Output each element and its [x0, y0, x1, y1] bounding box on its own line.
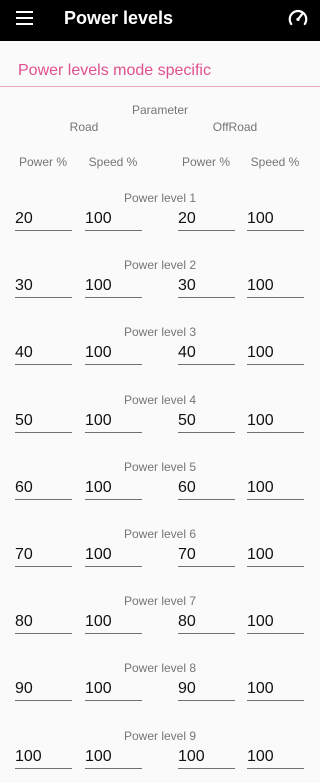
offroad-speed-field[interactable]: 100 — [247, 545, 304, 567]
offroad-speed-field[interactable]: 100 — [247, 411, 304, 433]
page-title: Power levels — [64, 8, 174, 28]
power-level-1: Power level 1 20 100 20 100 — [0, 185, 320, 252]
power-level-9: Power level 9 100 100 100 100 — [0, 723, 320, 783]
offroad-speed-header: Speed % — [250, 155, 300, 169]
offroad-speed-field[interactable]: 100 — [247, 276, 304, 299]
road-power-field[interactable]: 20 — [15, 209, 72, 231]
road-power-field[interactable]: 40 — [15, 343, 72, 366]
road-speed-field[interactable]: 100 — [85, 747, 142, 769]
app-bar: Power levels — [0, 0, 320, 41]
offroad-speed-field[interactable]: 100 — [247, 747, 304, 769]
offroad-power-field[interactable]: 70 — [178, 545, 235, 567]
offroad-speed-field[interactable]: 100 — [247, 478, 304, 500]
section-divider — [0, 86, 320, 87]
power-level-7: Power level 7 80 100 80 100 — [0, 588, 320, 655]
power-level-8: Power level 8 90 100 90 100 — [0, 655, 320, 722]
power-level-label: Power level 7 — [123, 594, 197, 609]
road-power-field[interactable]: 50 — [15, 411, 72, 433]
road-power-field[interactable]: 80 — [15, 612, 72, 635]
offroad-speed-field[interactable]: 100 — [247, 679, 304, 702]
offroad-speed-field[interactable]: 100 — [247, 343, 304, 366]
power-level-4: Power level 4 50 100 50 100 — [0, 387, 320, 454]
offroad-power-field[interactable]: 60 — [178, 478, 235, 500]
road-speed-field[interactable]: 100 — [85, 478, 142, 500]
offroad-label: OffRoad — [212, 120, 258, 134]
road-power-field[interactable]: 70 — [15, 545, 72, 567]
offroad-speed-field[interactable]: 100 — [247, 209, 304, 231]
power-level-label: Power level 8 — [123, 661, 197, 676]
speedometer-icon[interactable] — [287, 7, 309, 29]
menu-icon[interactable] — [14, 10, 36, 28]
road-speed-header: Speed % — [88, 155, 138, 169]
road-label: Road — [69, 120, 99, 134]
road-speed-field[interactable]: 100 — [85, 679, 142, 702]
offroad-power-field[interactable]: 40 — [178, 343, 235, 366]
power-level-label: Power level 5 — [123, 459, 197, 474]
offroad-power-field[interactable]: 80 — [178, 612, 235, 635]
road-power-field[interactable]: 30 — [15, 276, 72, 299]
section-title: Power levels mode specific — [18, 62, 211, 79]
offroad-power-field[interactable]: 30 — [178, 276, 235, 299]
road-speed-field[interactable]: 100 — [85, 411, 142, 433]
power-level-label: Power level 1 — [123, 191, 197, 205]
road-speed-field[interactable]: 100 — [85, 545, 142, 567]
power-level-3: Power level 3 40 100 40 100 — [0, 319, 320, 386]
power-level-label: Power level 4 — [123, 392, 197, 407]
power-level-6: Power level 6 70 100 70 100 — [0, 521, 320, 588]
offroad-speed-field[interactable]: 100 — [247, 612, 304, 635]
offroad-power-field[interactable]: 90 — [178, 679, 235, 702]
road-speed-field[interactable]: 100 — [85, 343, 142, 366]
power-level-label: Power level 9 — [123, 728, 197, 743]
road-power-field[interactable]: 60 — [15, 478, 72, 500]
power-level-5: Power level 5 60 100 60 100 — [0, 454, 320, 521]
offroad-power-header: Power % — [181, 155, 231, 169]
road-speed-field[interactable]: 100 — [85, 612, 142, 635]
parameter-label: Parameter — [131, 103, 189, 117]
road-power-field[interactable]: 90 — [15, 679, 72, 702]
power-level-label: Power level 2 — [123, 258, 197, 273]
offroad-power-field[interactable]: 20 — [178, 209, 235, 231]
power-level-2: Power level 2 30 100 30 100 — [0, 252, 320, 319]
road-speed-field[interactable]: 100 — [85, 276, 142, 299]
power-levels-list: Power level 1 20 100 20 100 Power level … — [0, 185, 320, 783]
road-speed-field[interactable]: 100 — [85, 209, 142, 231]
offroad-power-field[interactable]: 50 — [178, 411, 235, 433]
power-level-label: Power level 3 — [123, 325, 197, 340]
power-level-label: Power level 6 — [123, 526, 197, 541]
road-power-field[interactable]: 100 — [15, 747, 72, 769]
road-power-header: Power % — [18, 155, 68, 169]
offroad-power-field[interactable]: 100 — [178, 747, 235, 769]
